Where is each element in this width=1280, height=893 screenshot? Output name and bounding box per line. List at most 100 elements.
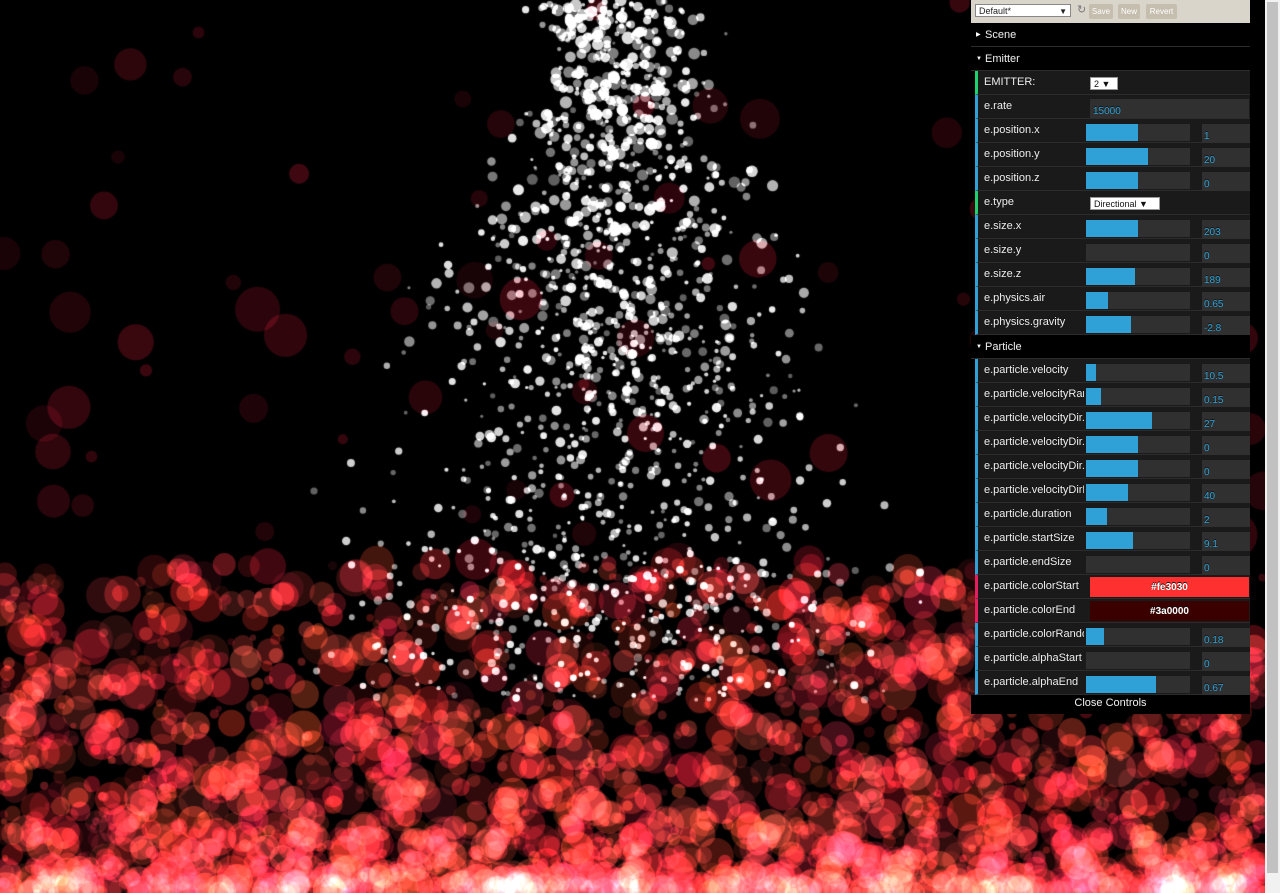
velocity-dir-x-slider[interactable] bbox=[1086, 412, 1190, 429]
alpha-start-slider[interactable] bbox=[1086, 652, 1190, 669]
size-y-slider[interactable] bbox=[1086, 244, 1190, 261]
folder-particle[interactable]: ▼ Particle bbox=[971, 335, 1250, 359]
size-x-slider[interactable] bbox=[1086, 220, 1190, 237]
type-select-value: Directional bbox=[1094, 199, 1137, 209]
slider-fill bbox=[1086, 532, 1133, 549]
size-y-input[interactable]: 0 bbox=[1202, 244, 1250, 263]
physics-gravity-slider[interactable] bbox=[1086, 316, 1190, 333]
control-label: e.particle.colorEnd bbox=[984, 604, 1076, 616]
slider-fill bbox=[1086, 124, 1138, 141]
control-label: e.rate bbox=[984, 100, 1013, 112]
slider-fill bbox=[1086, 676, 1156, 693]
slider-fill bbox=[1086, 268, 1135, 285]
start-size-input[interactable]: 9.1 bbox=[1202, 532, 1250, 551]
slider-fill bbox=[1086, 484, 1128, 501]
control-label: e.particle.alphaStart bbox=[984, 652, 1082, 664]
velocity-row: e.particle.velocity 10.5 bbox=[975, 359, 1250, 383]
velocity-dir-x-row: e.particle.velocityDir.x 27 bbox=[975, 407, 1250, 431]
alpha-start-input[interactable]: 0 bbox=[1202, 652, 1250, 671]
position-x-input[interactable]: 1 bbox=[1202, 124, 1250, 143]
close-controls-button[interactable]: Close Controls bbox=[971, 695, 1250, 714]
control-label: e.particle.duration bbox=[984, 508, 1072, 520]
slider-fill bbox=[1086, 316, 1131, 333]
physics-air-row: e.physics.air 0.65 bbox=[975, 287, 1250, 311]
end-size-input[interactable]: 0 bbox=[1202, 556, 1250, 575]
position-y-slider[interactable] bbox=[1086, 148, 1190, 165]
velocity-input[interactable]: 10.5 bbox=[1202, 364, 1250, 383]
slider-fill bbox=[1086, 460, 1138, 477]
position-z-slider[interactable] bbox=[1086, 172, 1190, 189]
end-size-slider[interactable] bbox=[1086, 556, 1190, 573]
slider-fill bbox=[1086, 388, 1101, 405]
size-x-row: e.size.x 203 bbox=[975, 215, 1250, 239]
controls-panel: Default* ▼ ↻ Save New Revert ▶ Scene ▼ Emit… bbox=[971, 0, 1250, 714]
velocity-random-row: e.particle.velocityRan... 0.15 bbox=[975, 383, 1250, 407]
velocity-dir-z-input[interactable]: 0 bbox=[1202, 460, 1250, 479]
color-end-row: e.particle.colorEnd #3a0000 bbox=[975, 599, 1250, 623]
velocity-dir-y-row: e.particle.velocityDir.y 0 bbox=[975, 431, 1250, 455]
velocity-dir-random-slider[interactable] bbox=[1086, 484, 1190, 501]
type-row: e.type Directional ▼ bbox=[975, 191, 1250, 215]
position-z-input[interactable]: 0 bbox=[1202, 172, 1250, 191]
folder-emitter[interactable]: ▼ Emitter bbox=[971, 47, 1250, 71]
physics-gravity-input[interactable]: -2.8 bbox=[1202, 316, 1250, 335]
velocity-dir-y-slider[interactable] bbox=[1086, 436, 1190, 453]
emitter-selector-row: EMITTER: 2 ▼ bbox=[975, 71, 1250, 95]
alpha-end-slider[interactable] bbox=[1086, 676, 1190, 693]
physics-air-slider[interactable] bbox=[1086, 292, 1190, 309]
position-y-input[interactable]: 20 bbox=[1202, 148, 1250, 167]
color-start-swatch[interactable]: #fe3030 bbox=[1090, 577, 1249, 597]
control-label: e.particle.alphaEnd bbox=[984, 676, 1079, 688]
save-button[interactable]: Save bbox=[1089, 4, 1113, 19]
control-label: e.particle.velocityDirR... bbox=[984, 484, 1084, 496]
preset-select[interactable]: Default* ▼ bbox=[975, 4, 1071, 17]
color-end-swatch[interactable]: #3a0000 bbox=[1090, 601, 1249, 621]
start-size-slider[interactable] bbox=[1086, 532, 1190, 549]
control-label: e.particle.velocityDir.x bbox=[984, 412, 1084, 424]
velocity-random-input[interactable]: 0.15 bbox=[1202, 388, 1250, 407]
size-z-slider[interactable] bbox=[1086, 268, 1190, 285]
slider-fill bbox=[1086, 220, 1138, 237]
end-size-row: e.particle.endSize 0 bbox=[975, 551, 1250, 575]
velocity-dir-z-slider[interactable] bbox=[1086, 460, 1190, 477]
scrollbar-thumb[interactable] bbox=[1267, 2, 1278, 873]
duration-input[interactable]: 2 bbox=[1202, 508, 1250, 527]
page-scrollbar[interactable] bbox=[1265, 0, 1280, 893]
color-random-input[interactable]: 0.18 bbox=[1202, 628, 1250, 647]
control-label: e.particle.colorRandom bbox=[984, 628, 1084, 640]
slider-fill bbox=[1086, 148, 1149, 165]
refresh-icon[interactable]: ↻ bbox=[1077, 3, 1086, 16]
dropdown-arrow-icon: ▼ bbox=[1059, 7, 1067, 16]
emitter-select[interactable]: 2 ▼ bbox=[1090, 77, 1118, 90]
type-select[interactable]: Directional ▼ bbox=[1090, 197, 1160, 210]
control-label: e.position.y bbox=[984, 148, 1040, 160]
control-label: e.size.y bbox=[984, 244, 1022, 256]
control-label: e.position.x bbox=[984, 124, 1040, 136]
velocity-random-slider[interactable] bbox=[1086, 388, 1190, 405]
position-x-slider[interactable] bbox=[1086, 124, 1190, 141]
velocity-dir-y-input[interactable]: 0 bbox=[1202, 436, 1250, 455]
revert-button[interactable]: Revert bbox=[1146, 4, 1177, 19]
folder-scene[interactable]: ▶ Scene bbox=[971, 23, 1250, 47]
expanded-triangle-icon: ▼ bbox=[976, 56, 982, 62]
slider-fill bbox=[1086, 508, 1107, 525]
position-y-row: e.position.y 20 bbox=[975, 143, 1250, 167]
alpha-end-input[interactable]: 0.67 bbox=[1202, 676, 1250, 695]
velocity-dir-x-input[interactable]: 27 bbox=[1202, 412, 1250, 431]
slider-fill bbox=[1086, 292, 1108, 309]
size-z-input[interactable]: 189 bbox=[1202, 268, 1250, 287]
rate-input[interactable]: 15000 bbox=[1090, 99, 1249, 118]
expanded-triangle-icon: ▼ bbox=[976, 344, 982, 350]
emitter-select-value: 2 bbox=[1094, 79, 1100, 89]
size-x-input[interactable]: 203 bbox=[1202, 220, 1250, 239]
control-label: e.particle.velocityDir.y bbox=[984, 436, 1084, 448]
preset-value: Default* bbox=[979, 6, 1012, 16]
physics-air-input[interactable]: 0.65 bbox=[1202, 292, 1250, 311]
new-button[interactable]: New bbox=[1118, 4, 1140, 19]
color-random-slider[interactable] bbox=[1086, 628, 1190, 645]
velocity-dir-random-input[interactable]: 40 bbox=[1202, 484, 1250, 503]
duration-slider[interactable] bbox=[1086, 508, 1190, 525]
control-label: e.particle.startSize bbox=[984, 532, 1075, 544]
control-label: e.size.z bbox=[984, 268, 1022, 280]
velocity-slider[interactable] bbox=[1086, 364, 1190, 381]
